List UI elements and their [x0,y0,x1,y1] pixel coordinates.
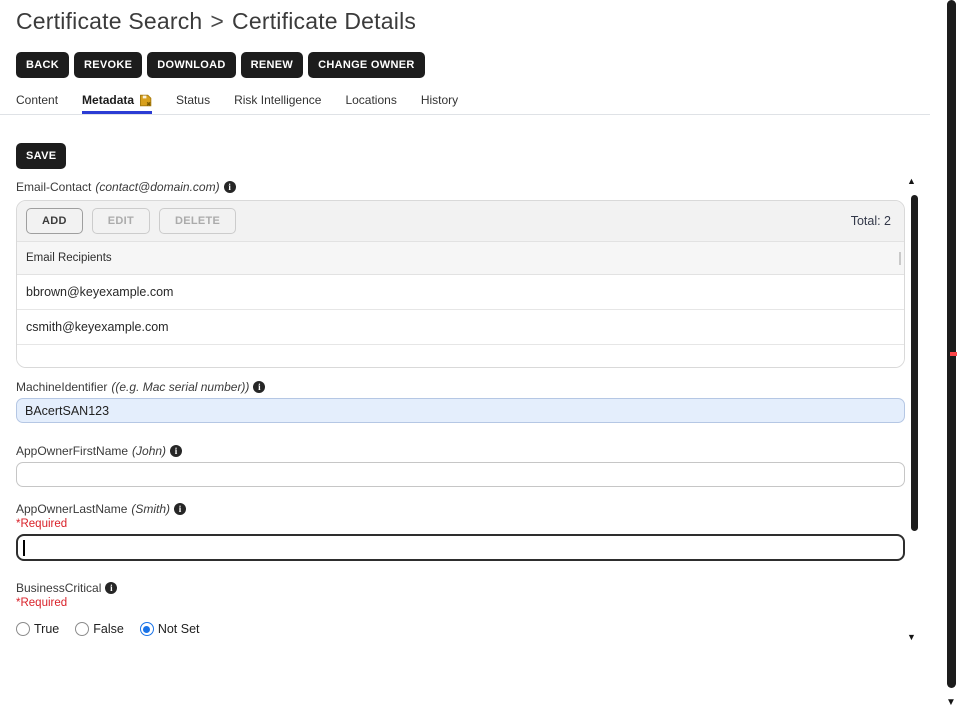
grid-row-email-1[interactable]: bbrown@keyexample.com [17,275,904,310]
email-contact-label: Email-Contact (contact@domain.com) i [16,180,957,194]
download-button[interactable]: DOWNLOAD [147,52,235,78]
revoke-button[interactable]: REVOKE [74,52,142,78]
field-hint: ((e.g. Mac serial number)) [111,380,249,394]
page-scrollbar-thumb[interactable] [947,0,956,688]
tab-metadata[interactable]: Metadata [82,93,152,114]
radio-label: Not Set [158,622,200,636]
tab-metadata-label: Metadata [82,93,134,107]
radio-false[interactable]: False [75,622,124,636]
email-recipients-grid: ADD EDIT DELETE Total: 2 Email Recipient… [16,200,905,368]
panel-scroll-down-icon[interactable]: ▼ [907,633,916,642]
radio-circle [75,622,89,636]
scrollbar-red-marker [950,352,957,356]
grid-column-header: Email Recipients [17,241,904,275]
breadcrumb: Certificate Search > Certificate Details [0,0,957,35]
radio-label: True [34,622,59,636]
field-hint: (John) [132,444,166,458]
field-hint: (Smith) [131,502,170,516]
tab-history[interactable]: History [421,93,458,114]
machine-identifier-label: MachineIdentifier ((e.g. Mac serial numb… [16,380,957,394]
page-scroll-down-icon[interactable]: ▼ [946,698,956,708]
breadcrumb-parent[interactable]: Certificate Search [16,8,202,34]
metadata-unsaved-icon [139,94,152,107]
renew-button[interactable]: RENEW [241,52,303,78]
column-header-label: Email Recipients [26,252,112,264]
edit-button: EDIT [92,208,150,234]
machine-identifier-input[interactable] [16,398,905,423]
tab-bar: Content Metadata Status Risk Intelligenc… [0,93,930,115]
breadcrumb-separator: > [210,8,224,34]
panel-scroll-up-icon[interactable]: ▲ [907,177,916,186]
radio-true[interactable]: True [16,622,59,636]
grid-total-count: Total: 2 [851,214,895,228]
save-button[interactable]: SAVE [16,143,66,169]
radio-circle [16,622,30,636]
business-critical-radio-group: True False Not Set [16,622,957,636]
field-label: Email-Contact [16,180,91,194]
tab-content[interactable]: Content [16,93,58,114]
info-icon[interactable]: i [253,381,265,393]
tab-status[interactable]: Status [176,93,210,114]
app-owner-last-name-label: AppOwnerLastName (Smith) i [16,502,957,516]
info-icon[interactable]: i [174,503,186,515]
field-label: BusinessCritical [16,581,101,595]
delete-button: DELETE [159,208,236,234]
panel-scrollbar-thumb[interactable] [911,195,918,531]
field-hint: (contact@domain.com) [95,180,219,194]
certificate-details-page: Certificate Search > Certificate Details B… [0,0,957,714]
required-indicator: *Required [16,597,957,609]
metadata-form-panel: SAVE Email-Contact (contact@domain.com) … [0,115,957,655]
business-critical-label: BusinessCritical i [16,581,957,595]
radio-label: False [93,622,124,636]
breadcrumb-current: Certificate Details [232,8,416,34]
tab-locations[interactable]: Locations [345,93,396,114]
back-button[interactable]: BACK [16,52,69,78]
app-owner-first-name-label: AppOwnerFirstName (John) i [16,444,957,458]
info-icon[interactable]: i [105,582,117,594]
add-button[interactable]: ADD [26,208,83,234]
action-toolbar: BACK REVOKE DOWNLOAD RENEW CHANGE OWNER [0,52,957,78]
required-indicator: *Required [16,518,957,530]
grid-row-empty [17,345,904,367]
app-owner-first-name-input[interactable] [16,462,905,487]
text-caret [23,540,25,556]
radio-not-set[interactable]: Not Set [140,622,200,636]
grid-toolbar: ADD EDIT DELETE Total: 2 [17,201,904,241]
field-label: MachineIdentifier [16,380,107,394]
info-icon[interactable]: i [170,445,182,457]
grid-row-email-2[interactable]: csmith@keyexample.com [17,310,904,345]
column-resizer-handle[interactable] [899,252,901,265]
info-icon[interactable]: i [224,181,236,193]
field-label: AppOwnerFirstName [16,444,128,458]
app-owner-last-name-input[interactable] [16,534,905,561]
change-owner-button[interactable]: CHANGE OWNER [308,52,425,78]
radio-circle-selected [140,622,154,636]
field-label: AppOwnerLastName [16,502,127,516]
tab-risk-intelligence[interactable]: Risk Intelligence [234,93,321,114]
